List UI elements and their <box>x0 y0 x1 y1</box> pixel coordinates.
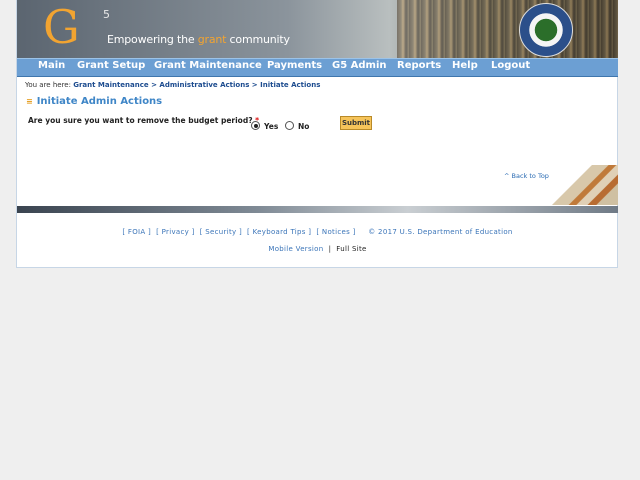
tagline-after: community <box>226 33 290 46</box>
list-bullet-icon: ≡ <box>26 97 33 106</box>
g5-logo-letter: G <box>43 0 80 54</box>
breadcrumb-separator: > <box>148 81 160 89</box>
submit-button[interactable]: Submit <box>340 116 372 130</box>
footer-copyright: © 2017 U.S. Department of Education <box>368 228 513 236</box>
page-title-text: Initiate Admin Actions <box>36 96 163 107</box>
nav-logout[interactable]: Logout <box>491 60 530 71</box>
footer-notices-link[interactable]: Notices <box>322 228 350 236</box>
footer-links: [ FOIA ] [ Privacy ] [ Security ] [ Keyb… <box>122 228 513 236</box>
nav-main[interactable]: Main <box>38 60 65 71</box>
nav-grant-maintenance[interactable]: Grant Maintenance <box>154 60 262 71</box>
page-frame: G 5 Empowering the grant community Main … <box>16 0 618 268</box>
breadcrumb-separator: > <box>249 81 261 89</box>
footer-site-switch: Mobile Version | Full Site <box>17 245 618 253</box>
remove-budget-question: Are you sure you want to remove the budg… <box>28 116 259 125</box>
footer-foia-link[interactable]: FOIA <box>128 228 146 236</box>
question-text: Are you sure you want to remove the budg… <box>28 116 253 125</box>
breadcrumb-grant-maintenance[interactable]: Grant Maintenance <box>73 81 148 89</box>
yes-label: Yes <box>264 122 279 131</box>
nav-grant-setup[interactable]: Grant Setup <box>77 60 145 71</box>
header-banner: G 5 Empowering the grant community <box>17 0 618 58</box>
footer-separator: | <box>328 245 332 253</box>
main-nav: Main Grant Setup Grant Maintenance Payme… <box>17 58 618 77</box>
nav-help[interactable]: Help <box>452 60 478 71</box>
page-title: ≡ Initiate Admin Actions <box>26 96 162 107</box>
breadcrumb-administrative-actions[interactable]: Administrative Actions <box>159 81 249 89</box>
footer-privacy-link[interactable]: Privacy <box>162 228 189 236</box>
tagline-highlight: grant <box>197 33 227 46</box>
yes-radio[interactable] <box>251 121 260 130</box>
breadcrumb-prefix: You are here: <box>25 81 74 89</box>
classroom-photo <box>547 165 618 205</box>
tagline: Empowering the grant community <box>107 33 290 46</box>
department-of-education-seal-icon <box>519 3 573 57</box>
footer-keyboard-tips-link[interactable]: Keyboard Tips <box>253 228 306 236</box>
nav-g5-admin[interactable]: G5 Admin <box>332 60 387 71</box>
g5-logo-superscript: 5 <box>103 8 110 21</box>
footer-security-link[interactable]: Security <box>205 228 236 236</box>
tagline-before: Empowering the <box>107 33 198 46</box>
breadcrumb-initiate-actions[interactable]: Initiate Actions <box>260 81 320 89</box>
nav-reports[interactable]: Reports <box>397 60 441 71</box>
breadcrumb: You are here: Grant Maintenance > Admini… <box>25 81 320 89</box>
no-label: No <box>298 122 310 131</box>
mobile-version-link[interactable]: Mobile Version <box>268 245 323 253</box>
full-site-label: Full Site <box>336 245 367 253</box>
footer-band <box>17 206 618 213</box>
library-photo <box>397 0 618 58</box>
back-to-top-link[interactable]: ^ Back to Top <box>504 172 549 180</box>
nav-payments[interactable]: Payments <box>267 60 322 71</box>
no-radio[interactable] <box>285 121 294 130</box>
